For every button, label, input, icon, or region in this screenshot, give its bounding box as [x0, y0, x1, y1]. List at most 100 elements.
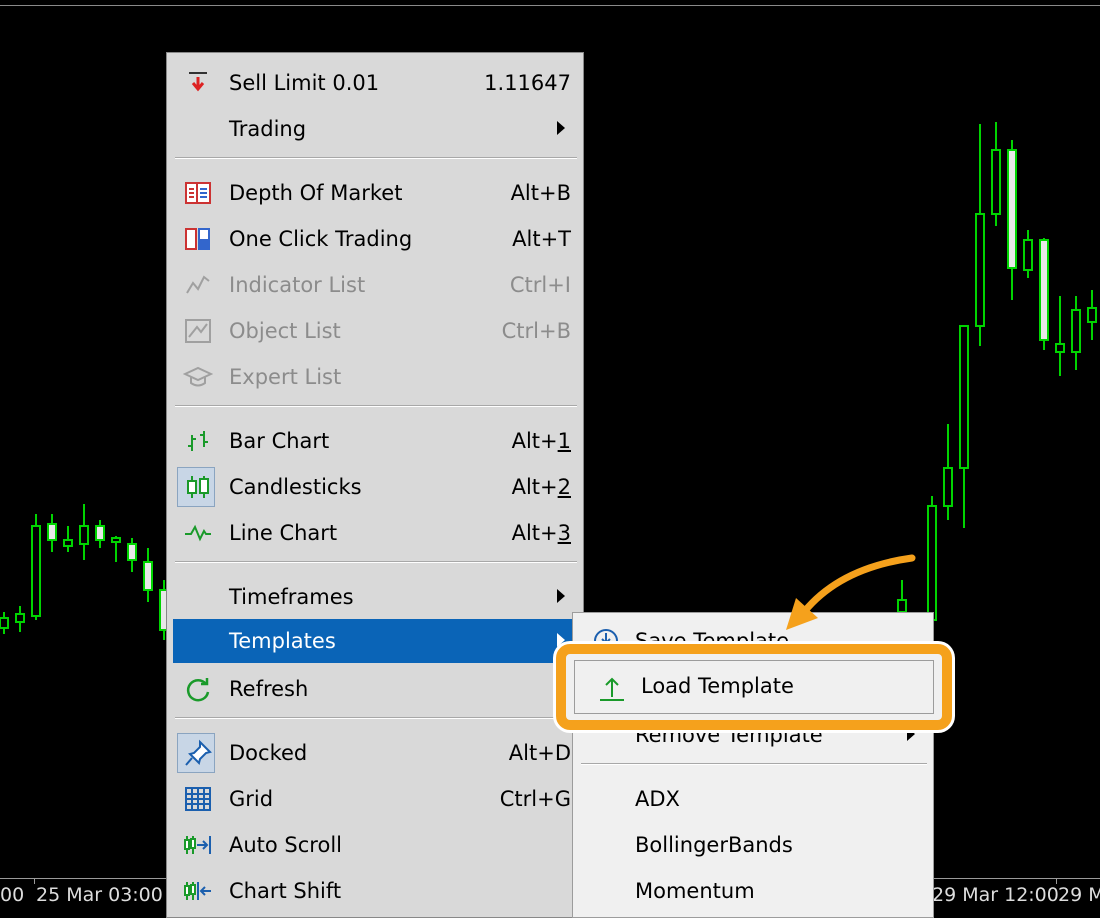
candle-body	[959, 325, 969, 469]
candle-body	[143, 561, 153, 591]
candle-body	[63, 539, 73, 547]
chart-shift-icon	[184, 882, 211, 900]
menu-item-label: Grid	[229, 787, 274, 811]
menu-item-label: Refresh	[229, 677, 309, 701]
one-click-trading-icon	[185, 228, 210, 250]
menu-item-shortcut: Ctrl+G	[499, 787, 571, 811]
menu-item-depth-of-market[interactable]: Depth Of Market Alt+B	[173, 171, 577, 215]
menu-item-expert-list[interactable]: Expert List	[173, 355, 577, 399]
menu-item-label: Sell Limit 0.01	[229, 71, 380, 95]
menu-item-line-chart[interactable]: Line Chart Alt+3	[173, 511, 577, 555]
candle-body	[1007, 149, 1017, 269]
menu-item-object-list[interactable]: Object List Ctrl+B	[173, 309, 577, 353]
menu-item-template-momentum[interactable]: Momentum	[577, 869, 929, 913]
menu-item-label: Trading	[229, 117, 307, 141]
callout-arrow-icon	[786, 554, 916, 630]
menu-item-template-adx[interactable]: ADX	[577, 777, 929, 821]
candle-body	[1023, 239, 1033, 271]
menu-item-indicator-list[interactable]: Indicator List Ctrl+I	[173, 263, 577, 307]
menu-item-trading[interactable]: Trading	[173, 107, 577, 151]
time-axis-label: 25 Mar 03:00	[36, 884, 163, 906]
menu-item-auto-scroll[interactable]: Auto Scroll	[173, 823, 577, 867]
time-axis-label: 29 Mar 12:00	[932, 884, 1059, 906]
candle-body	[15, 613, 25, 623]
menu-item-label: Templates	[229, 629, 336, 653]
menu-item-label: Timeframes	[229, 585, 354, 609]
menu-item-label: Indicator List	[229, 273, 366, 297]
depth-of-market-icon	[185, 182, 211, 204]
menu-item-label: Object List	[229, 319, 341, 343]
submenu-arrow-icon	[557, 589, 565, 603]
menu-item-label: ADX	[635, 787, 680, 811]
menu-item-chart-shift[interactable]: Chart Shift	[173, 869, 577, 913]
menu-item-label: Bar Chart	[229, 429, 330, 453]
candle-body	[1071, 309, 1081, 353]
menu-item-refresh[interactable]: Refresh	[173, 667, 577, 711]
menu-item-label: Expert List	[229, 365, 342, 389]
time-axis-label: 29 M	[1058, 884, 1100, 906]
refresh-icon	[186, 678, 210, 702]
menu-separator	[175, 157, 577, 159]
menu-item-timeframes[interactable]: Timeframes	[173, 575, 577, 619]
menu-separator	[175, 717, 577, 719]
load-template-callout: Load Template	[556, 644, 952, 730]
line-chart-icon	[185, 524, 211, 542]
candle-body	[127, 543, 137, 561]
menu-item-shortcut: Alt+3	[511, 521, 571, 545]
menu-item-label: Line Chart	[229, 521, 338, 545]
menu-item-label: Load Template	[641, 674, 794, 698]
menu-item-shortcut: Ctrl+I	[509, 273, 571, 297]
menu-item-bar-chart[interactable]: Bar Chart Alt+1	[173, 419, 577, 463]
load-template-icon	[600, 677, 624, 701]
menu-item-label: Chart Shift	[229, 879, 342, 903]
menu-item-one-click-trading[interactable]: One Click Trading Alt+T	[173, 217, 577, 261]
menu-item-grid[interactable]: Grid Ctrl+G	[173, 777, 577, 821]
candle-body	[0, 617, 9, 629]
menu-item-label: BollingerBands	[635, 833, 793, 857]
indicator-list-icon	[186, 275, 210, 294]
menu-item-candlesticks[interactable]: Candlesticks Alt+2	[173, 465, 577, 509]
auto-scroll-icon	[184, 836, 211, 854]
chart-context-menu: Sell Limit 0.01 1.11647 Trading Depth Of…	[166, 52, 584, 918]
menu-separator	[175, 561, 577, 563]
axis-tick	[34, 878, 35, 884]
menu-separator	[581, 763, 927, 765]
menu-item-template-bollinger[interactable]: BollingerBands	[577, 823, 929, 867]
candle-body	[1055, 343, 1065, 353]
expert-list-icon	[183, 366, 213, 387]
candle-body	[95, 525, 105, 541]
grid-icon	[185, 787, 211, 811]
menu-item-price: 1.11647	[484, 71, 571, 95]
menu-item-shortcut: Alt+B	[510, 181, 571, 205]
menu-item-shortcut: Alt+2	[511, 475, 571, 499]
candle-body	[975, 213, 985, 327]
bar-chart-icon	[188, 431, 208, 451]
object-list-icon	[185, 319, 211, 343]
menu-item-label: Docked	[229, 741, 308, 765]
menu-item-shortcut: Alt+D	[508, 741, 571, 765]
menu-separator	[175, 405, 577, 407]
menu-item-shortcut: Alt+T	[512, 227, 571, 251]
time-axis-label: 00	[0, 884, 25, 906]
candle-body	[47, 523, 57, 541]
menu-item-shortcut: Alt+1	[511, 429, 571, 453]
submenu-arrow-icon	[557, 121, 565, 135]
candle-body	[1087, 307, 1097, 323]
sell-limit-icon	[189, 72, 207, 92]
menu-item-templates[interactable]: Templates	[173, 619, 577, 663]
menu-item-label: One Click Trading	[229, 227, 413, 251]
candle-body	[111, 537, 121, 543]
menu-item-label: Momentum	[635, 879, 755, 903]
menu-item-load-template[interactable]: Load Template	[574, 660, 934, 714]
pin-icon	[185, 739, 212, 766]
candle-body	[79, 525, 89, 545]
menu-item-label: Depth Of Market	[229, 181, 403, 205]
candle-body	[943, 467, 953, 507]
candle-body	[31, 525, 41, 617]
candle-body	[991, 149, 1001, 215]
menu-item-sell-limit[interactable]: Sell Limit 0.01 1.11647	[173, 61, 577, 105]
candlesticks-icon	[187, 476, 209, 498]
menu-item-docked[interactable]: Docked Alt+D	[173, 731, 577, 775]
menu-item-label: Auto Scroll	[229, 833, 342, 857]
candle-body	[1039, 239, 1049, 341]
